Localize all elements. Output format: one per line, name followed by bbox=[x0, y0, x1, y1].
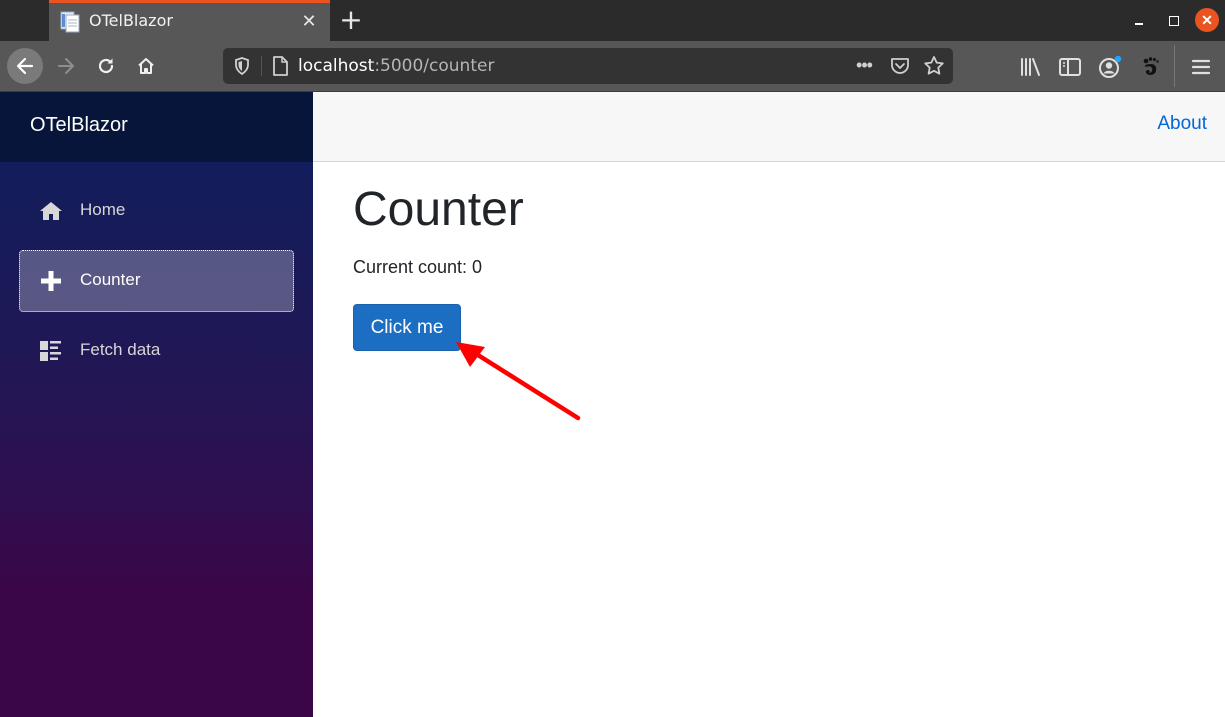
hamburger-menu-icon[interactable] bbox=[1188, 54, 1214, 80]
page-title: Counter bbox=[353, 183, 524, 236]
annotation-arrow-shaft bbox=[467, 347, 581, 421]
pocket-icon[interactable] bbox=[889, 55, 911, 77]
sidebar-item-label: Fetch data bbox=[80, 340, 161, 359]
tab-title: OTelBlazor bbox=[89, 11, 173, 30]
tab-close-icon[interactable]: ✕ bbox=[298, 9, 320, 33]
address-bar[interactable]: localhost:5000/counter ••• bbox=[223, 48, 953, 84]
arrow-right-icon bbox=[58, 58, 74, 74]
sidebar-toggle-icon[interactable] bbox=[1057, 54, 1083, 80]
sidebar-item-counter[interactable]: Counter bbox=[19, 250, 294, 312]
url-text[interactable]: localhost:5000/counter bbox=[298, 56, 494, 76]
bookmark-star-icon[interactable] bbox=[922, 54, 946, 78]
window-close-button[interactable]: ✕ bbox=[1195, 8, 1219, 32]
browser-titlebar: OTelBlazor ✕ + ✕ bbox=[0, 0, 1225, 41]
toolbar-divider bbox=[1174, 45, 1175, 87]
back-button[interactable] bbox=[7, 48, 43, 84]
page-info-icon[interactable] bbox=[270, 55, 290, 77]
address-bar-divider bbox=[261, 56, 262, 76]
new-tab-button[interactable]: + bbox=[336, 4, 366, 36]
sidebar-item-fetch-data[interactable]: Fetch data bbox=[19, 320, 294, 382]
url-path: :5000/counter bbox=[374, 56, 495, 76]
about-link[interactable]: About bbox=[1157, 113, 1207, 135]
browser-tab[interactable]: OTelBlazor ✕ bbox=[49, 0, 330, 41]
library-icon[interactable] bbox=[1018, 54, 1044, 80]
sidebar-item-label: Counter bbox=[80, 270, 141, 289]
home-icon bbox=[40, 202, 62, 220]
sidebar-item-home[interactable]: Home bbox=[19, 180, 294, 242]
page-actions-more-icon[interactable]: ••• bbox=[851, 55, 877, 77]
home-button[interactable] bbox=[128, 48, 164, 84]
window-maximize-button[interactable] bbox=[1162, 8, 1186, 32]
reload-icon bbox=[98, 58, 114, 74]
page-favicon-icon bbox=[60, 11, 80, 33]
current-count-text: Current count: 0 bbox=[353, 257, 483, 277]
arrow-left-icon bbox=[16, 57, 34, 75]
url-host: localhost bbox=[298, 56, 375, 76]
reload-button[interactable] bbox=[88, 48, 124, 84]
window-minimize-button[interactable] bbox=[1128, 8, 1152, 32]
list-icon bbox=[40, 341, 61, 361]
annotation-arrow bbox=[456, 342, 581, 421]
top-row: About bbox=[313, 92, 1225, 162]
web-page: OTelBlazor Home Counter Fetch data About… bbox=[0, 92, 1225, 717]
sidebar-item-label: Home bbox=[80, 200, 126, 219]
plus-icon bbox=[41, 271, 61, 291]
forward-button[interactable] bbox=[48, 48, 84, 84]
sidebar-header: OTelBlazor bbox=[0, 92, 313, 162]
sidebar: OTelBlazor Home Counter Fetch data bbox=[0, 92, 313, 717]
gnome-extension-icon[interactable] bbox=[1137, 54, 1163, 80]
home-icon bbox=[138, 58, 154, 74]
account-icon[interactable] bbox=[1097, 54, 1123, 80]
brand-link[interactable]: OTelBlazor bbox=[30, 114, 128, 137]
tracking-protection-shield-icon[interactable] bbox=[232, 56, 252, 76]
